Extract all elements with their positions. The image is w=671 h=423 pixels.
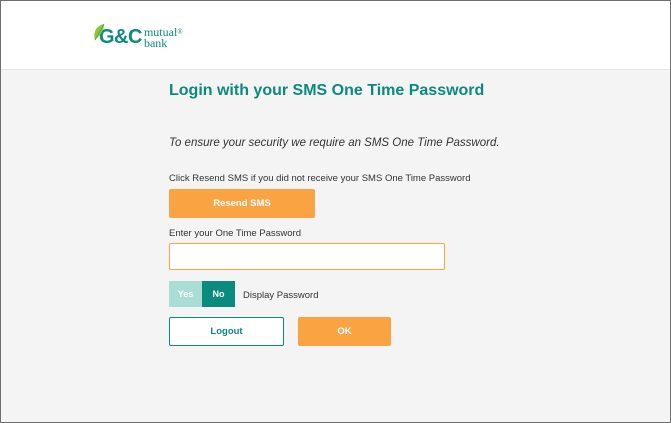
header: G&C mutual® bank [1, 1, 670, 70]
resend-instructions: Click Resend SMS if you did not receive … [169, 173, 471, 184]
otp-field-label: Enter your One Time Password [169, 228, 301, 239]
ok-button[interactable]: OK [298, 317, 391, 346]
brand-logo[interactable]: G&C mutual® bank [94, 23, 183, 55]
registered-mark: ® [177, 28, 183, 36]
security-intro-text: To ensure your security we require an SM… [169, 137, 500, 149]
logo-word-bank: bank [143, 36, 168, 50]
display-password-toggle: Yes No [169, 281, 235, 307]
leaf-icon [94, 23, 105, 41]
display-password-yes[interactable]: Yes [169, 281, 202, 307]
display-password-label: Display Password [243, 290, 319, 301]
otp-input[interactable] [169, 243, 445, 270]
display-password-no[interactable]: No [202, 281, 235, 307]
logout-button[interactable]: Logout [169, 317, 284, 346]
page-frame: G&C mutual® bank Login with your SMS One… [0, 0, 671, 423]
page-title: Login with your SMS One Time Password [169, 82, 485, 99]
logo-wordmark: mutual® bank [144, 25, 183, 49]
resend-sms-button[interactable]: Resend SMS [169, 189, 315, 218]
